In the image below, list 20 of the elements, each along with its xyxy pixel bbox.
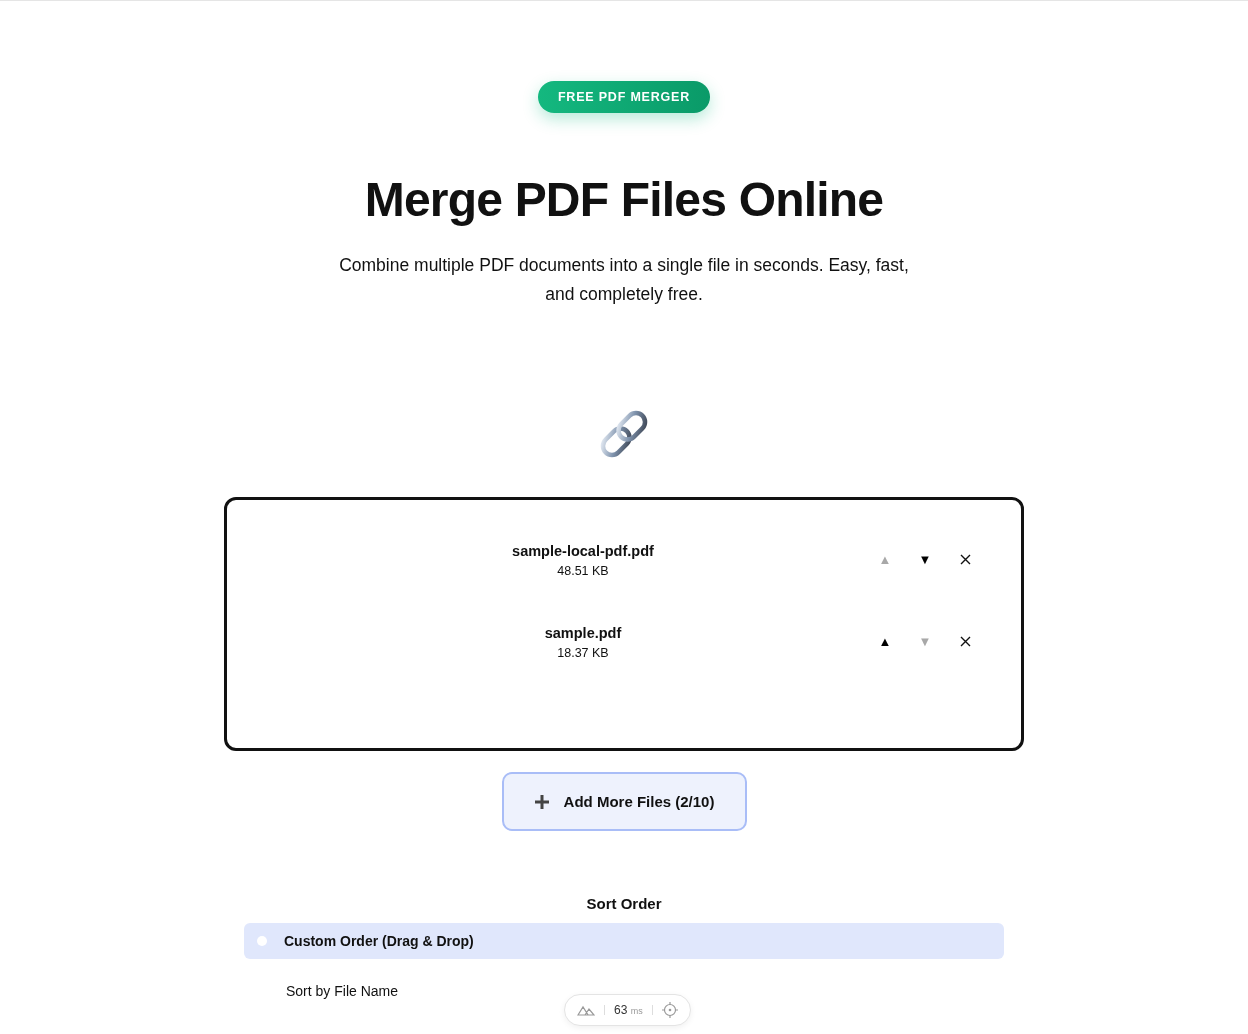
add-files-button[interactable]: Add More Files (2/10) [501, 772, 747, 831]
sort-option[interactable]: Sort by File Name [244, 973, 409, 1009]
timing-text: 63 ms [614, 1003, 643, 1017]
move-up-button[interactable]: ▲ [865, 629, 905, 653]
sort-heading: Sort Order [586, 895, 662, 912]
close-icon [959, 553, 971, 565]
badge: FREE PDF MERGER [537, 81, 711, 113]
radio-dot [257, 936, 267, 946]
file-size: 48.51 KB [556, 563, 610, 578]
page-title: Merge PDF Files Online [364, 172, 884, 228]
file-size: 18.37 KB [556, 645, 610, 660]
close-icon [959, 635, 971, 647]
mountain-icon [577, 1004, 595, 1016]
subtitle: Combine multiple PDF documents into a single file in seconds. Easy, fast, and completely free. [338, 254, 910, 306]
move-down-button[interactable]: ▼ [905, 547, 945, 571]
file-name: sample-local-pdf.pdf [511, 541, 655, 561]
plus-icon [533, 793, 550, 810]
sort-option[interactable]: Custom Order (Drag & Drop) [244, 923, 1004, 959]
file-name: sample.pdf [543, 623, 623, 643]
crosshair-icon [661, 1002, 678, 1018]
